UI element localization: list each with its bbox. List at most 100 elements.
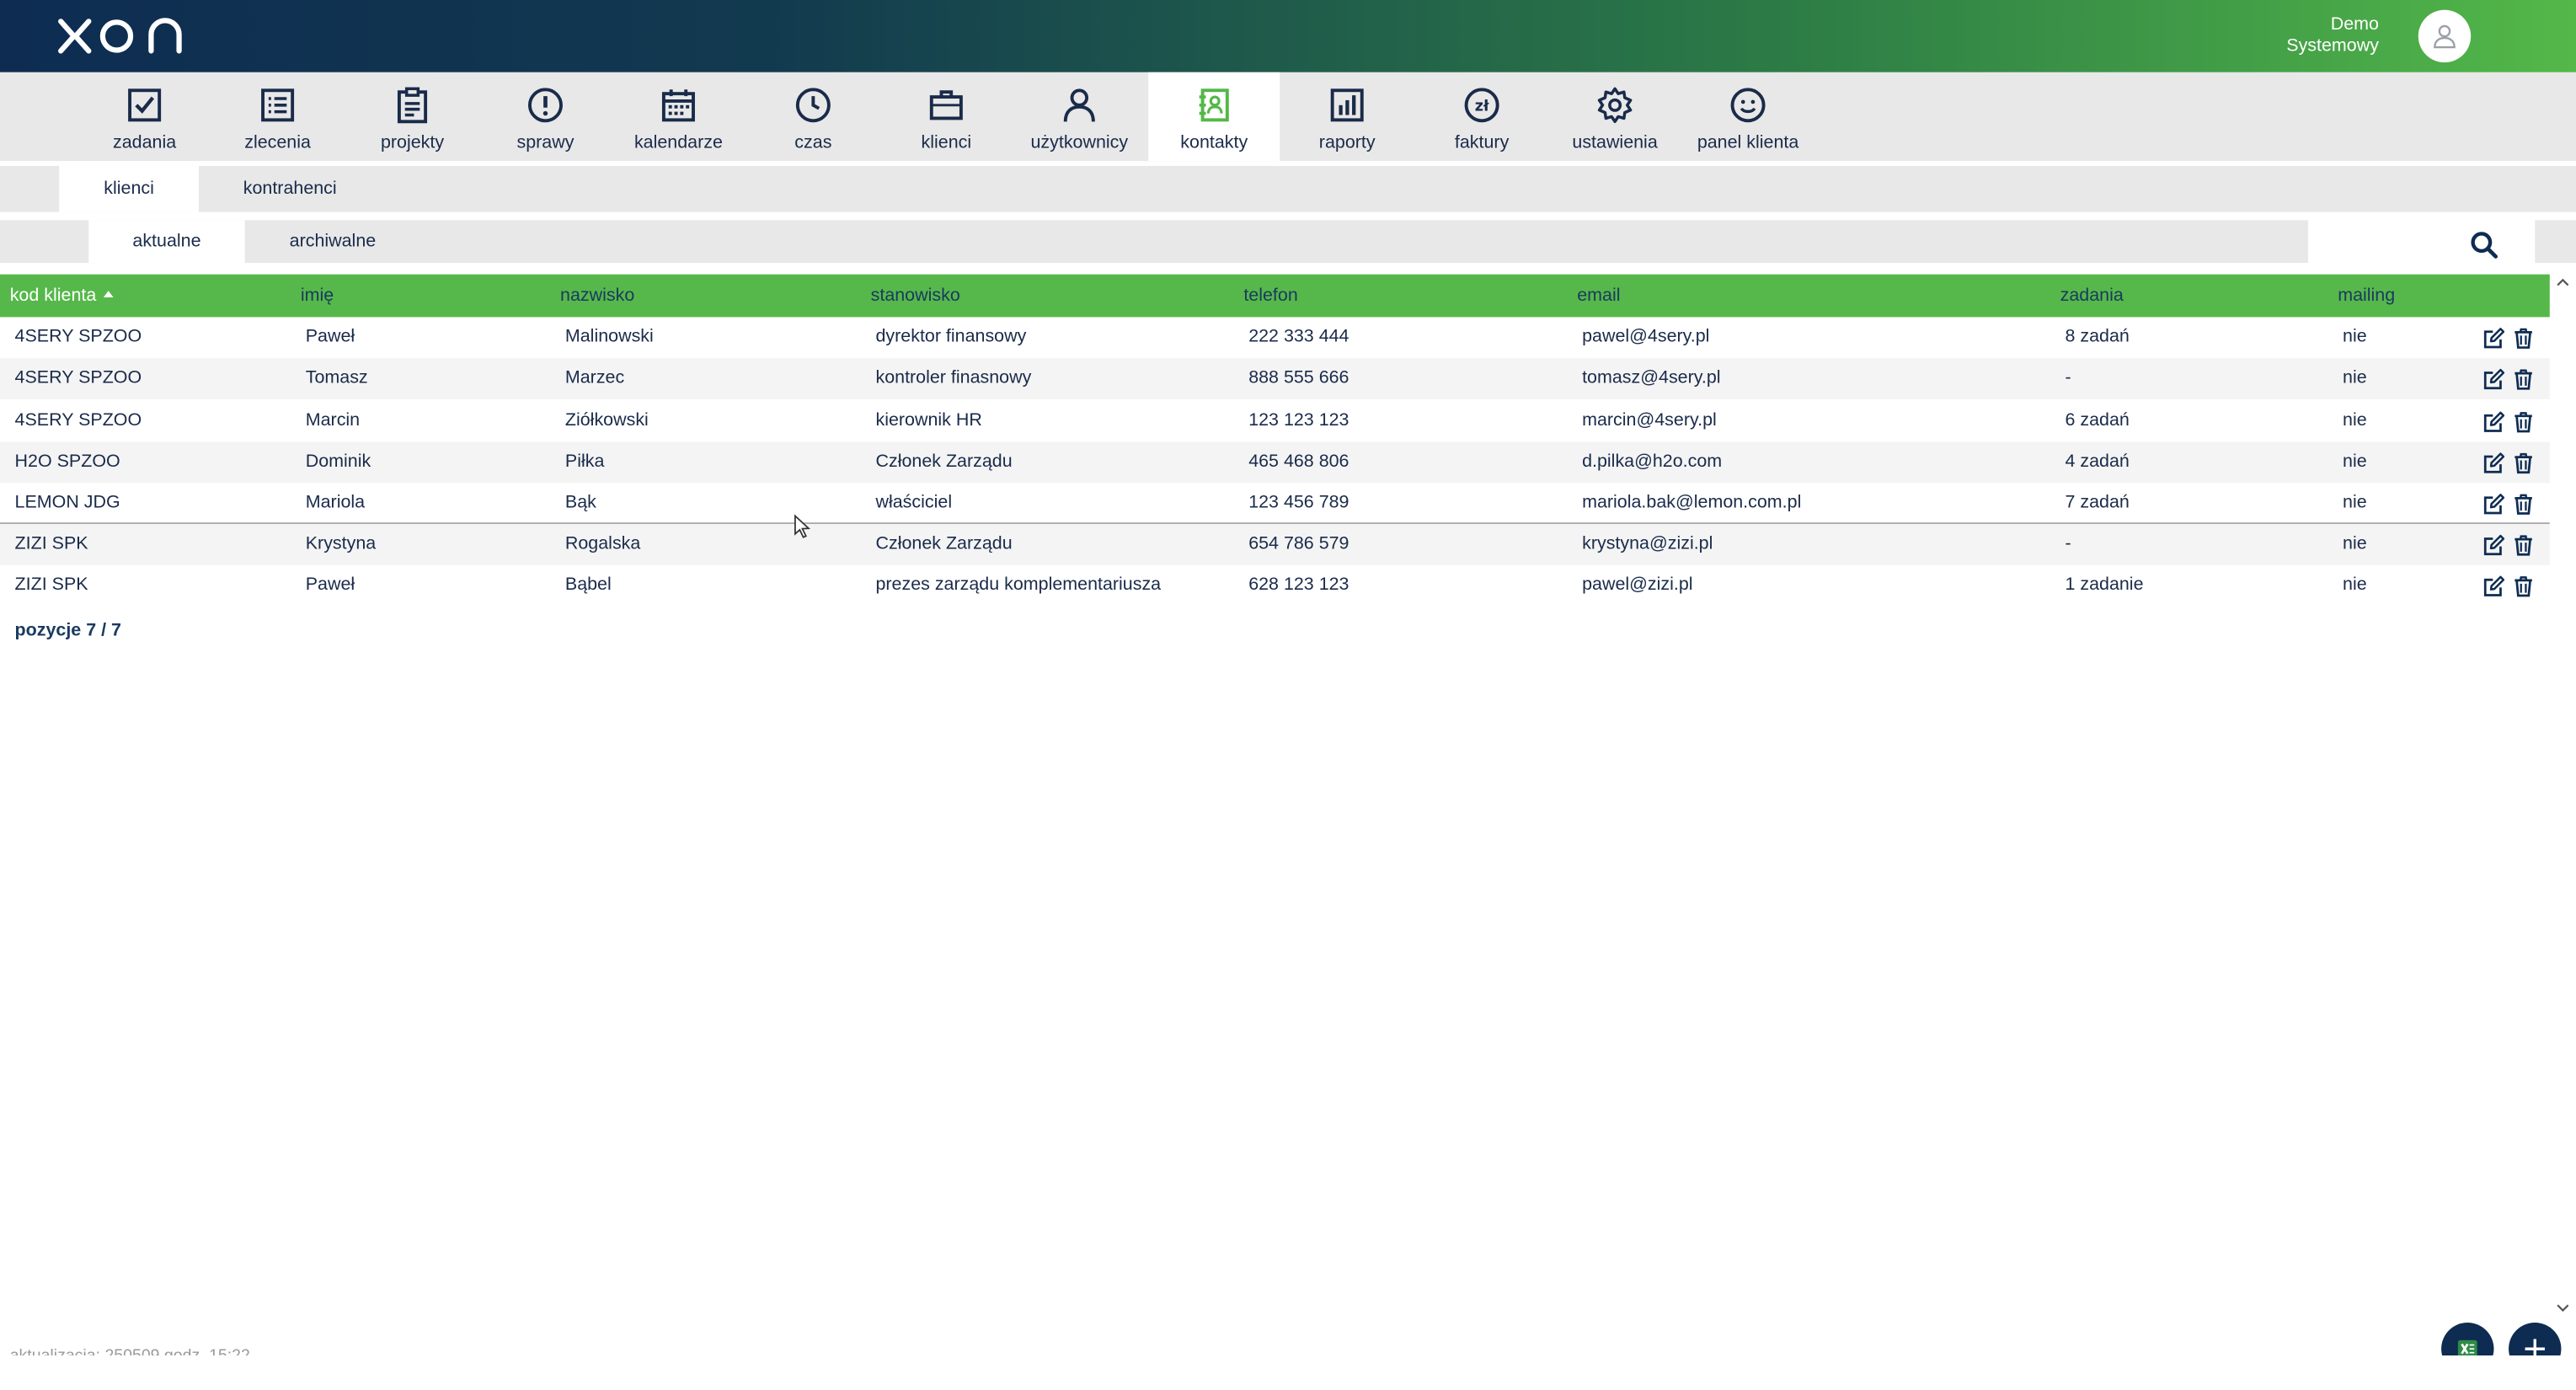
nav-item-zlecenia[interactable]: zlecenia xyxy=(212,72,344,161)
nav-item-faktury[interactable]: zł faktury xyxy=(1416,72,1547,161)
app-logo[interactable] xyxy=(56,17,194,65)
cell-email: marcin@4sery.pl xyxy=(1582,410,1717,430)
column-header-stanowisko[interactable]: stanowisko xyxy=(871,275,960,318)
user-name[interactable]: Demo Systemowy xyxy=(2247,15,2379,58)
nav-item-kalendarze[interactable]: kalendarze xyxy=(612,72,744,161)
cell-zadania[interactable]: - xyxy=(2065,524,2071,565)
cell-email: pawel@zizi.pl xyxy=(1582,575,1693,595)
table-row[interactable]: 4SERY SPZOO Marcin Ziółkowski kierownik … xyxy=(0,401,2550,442)
table-row[interactable]: ZIZI SPK Krystyna Rogalska Członek Zarzą… xyxy=(0,524,2550,565)
cell-mailing: nie xyxy=(2343,452,2367,472)
column-header-kod-klienta[interactable]: kod klienta xyxy=(10,275,113,318)
trash-icon[interactable] xyxy=(2512,411,2535,434)
tab-kontrahenci[interactable]: kontrahenci xyxy=(220,166,360,212)
export-excel-button[interactable] xyxy=(2441,1322,2494,1355)
trash-icon[interactable] xyxy=(2512,368,2535,391)
edit-icon[interactable] xyxy=(2482,411,2505,434)
cell-imie: Marcin xyxy=(305,410,361,430)
cell-kod-klienta: ZIZI SPK xyxy=(14,575,88,595)
cell-zadania[interactable]: 4 zadań xyxy=(2065,442,2129,484)
avatar[interactable] xyxy=(2418,9,2472,63)
table-row[interactable]: ZIZI SPK Paweł Bąbel prezes zarządu komp… xyxy=(0,565,2550,607)
cell-imie: Dominik xyxy=(305,452,371,472)
nav-item-uzytkownicy[interactable]: użytkownicy xyxy=(1013,72,1145,161)
cell-stanowisko: Członek Zarządu xyxy=(875,452,1013,472)
cell-email: pawel@4sery.pl xyxy=(1582,327,1710,347)
cell-zadania[interactable]: 6 zadań xyxy=(2065,401,2129,442)
edit-icon[interactable] xyxy=(2482,575,2505,598)
add-contact-button[interactable] xyxy=(2509,1322,2562,1355)
table-row[interactable]: 4SERY SPZOO Paweł Malinowski dyrektor fi… xyxy=(0,317,2550,358)
briefcase-icon xyxy=(929,90,963,120)
column-header-telefon[interactable]: telefon xyxy=(1243,275,1297,318)
tab-klienci[interactable]: klienci xyxy=(59,165,199,212)
nav-item-kontakty[interactable]: kontakty xyxy=(1148,72,1280,162)
cell-stanowisko: kierownik HR xyxy=(875,410,982,430)
table-row[interactable]: H2O SPZOO Dominik Piłka Członek Zarządu … xyxy=(0,441,2550,484)
exclamation-icon xyxy=(528,88,563,123)
excel-icon xyxy=(2457,1339,2477,1355)
nav-item-panel-klienta[interactable]: panel klienta xyxy=(1682,72,1814,161)
column-header-imie[interactable]: imię xyxy=(301,275,334,318)
edit-icon[interactable] xyxy=(2482,452,2505,474)
trash-icon[interactable] xyxy=(2512,327,2535,350)
cell-nazwisko: Piłka xyxy=(564,452,605,472)
cell-imie: Paweł xyxy=(305,327,355,347)
column-header-nazwisko[interactable]: nazwisko xyxy=(560,275,634,318)
sort-ascending-icon xyxy=(103,291,113,297)
nav-item-sprawy[interactable]: sprawy xyxy=(479,72,611,161)
zloty-coin-icon: zł xyxy=(1464,88,1499,123)
column-header-mailing[interactable]: mailing xyxy=(2338,275,2395,318)
trash-icon[interactable] xyxy=(2512,452,2535,474)
cell-zadania[interactable]: 7 zadań xyxy=(2065,483,2129,524)
column-header-zadania[interactable]: zadania xyxy=(2060,275,2124,318)
cell-stanowisko: Członek Zarządu xyxy=(875,533,1013,554)
checkbox-icon xyxy=(128,88,162,122)
cell-zadania[interactable]: 1 zadanie xyxy=(2065,565,2143,607)
nav-item-raporty[interactable]: raporty xyxy=(1281,72,1413,161)
cell-kod-klienta: 4SERY SPZOO xyxy=(14,410,142,430)
cell-nazwisko: Rogalska xyxy=(564,533,641,554)
cell-imie: Paweł xyxy=(305,575,355,595)
edit-icon[interactable] xyxy=(2482,327,2505,350)
plus-icon xyxy=(2525,1339,2545,1355)
cell-mailing: nie xyxy=(2343,575,2367,595)
cell-telefon: 654 786 579 xyxy=(1248,533,1349,554)
top-bar: Demo Systemowy xyxy=(0,0,2576,72)
tab-archiwalne[interactable]: archiwalne xyxy=(254,220,410,263)
edit-icon[interactable] xyxy=(2482,493,2505,516)
tab-aktualne[interactable]: aktualne xyxy=(88,220,245,264)
cell-telefon: 465 468 806 xyxy=(1248,452,1349,472)
scrollbar[interactable] xyxy=(2550,270,2576,1324)
cell-nazwisko: Bąk xyxy=(564,493,596,513)
edit-icon[interactable] xyxy=(2482,534,2505,557)
nav-item-klienci[interactable]: klienci xyxy=(880,72,1012,161)
cell-email: krystyna@zizi.pl xyxy=(1582,533,1713,554)
chevron-up-icon[interactable] xyxy=(2557,276,2570,290)
cell-nazwisko: Ziółkowski xyxy=(564,410,649,430)
table-row[interactable]: 4SERY SPZOO Tomasz Marzec kontroler fina… xyxy=(0,358,2550,399)
clock-icon xyxy=(795,88,831,123)
table-row[interactable]: LEMON JDG Mariola Bąk właściciel 123 456… xyxy=(0,483,2550,525)
search-button[interactable] xyxy=(2461,227,2507,263)
nav-item-zadania[interactable]: zadania xyxy=(79,72,211,161)
edit-icon[interactable] xyxy=(2482,368,2505,391)
cell-zadania[interactable]: 8 zadań xyxy=(2065,317,2129,358)
user-icon xyxy=(1063,88,1095,122)
main-nav: zadania zlecenia projekty sprawy kalenda… xyxy=(0,72,2576,162)
record-count: pozycje 7 / 7 xyxy=(14,621,121,641)
nav-item-projekty[interactable]: projekty xyxy=(347,72,478,161)
cell-zadania[interactable]: - xyxy=(2065,358,2071,399)
nav-item-ustawienia[interactable]: ustawienia xyxy=(1549,72,1681,161)
calendar-icon xyxy=(661,89,695,122)
toolbar-filler xyxy=(2535,220,2576,264)
cell-mailing: nie xyxy=(2343,327,2367,347)
nav-item-czas[interactable]: czas xyxy=(747,72,879,161)
trash-icon[interactable] xyxy=(2512,534,2535,557)
cell-telefon: 222 333 444 xyxy=(1248,327,1349,347)
cell-mailing: nie xyxy=(2343,410,2367,430)
trash-icon[interactable] xyxy=(2512,493,2535,516)
column-header-email[interactable]: email xyxy=(1577,275,1620,318)
chevron-down-icon[interactable] xyxy=(2557,1302,2570,1315)
trash-icon[interactable] xyxy=(2512,575,2535,598)
